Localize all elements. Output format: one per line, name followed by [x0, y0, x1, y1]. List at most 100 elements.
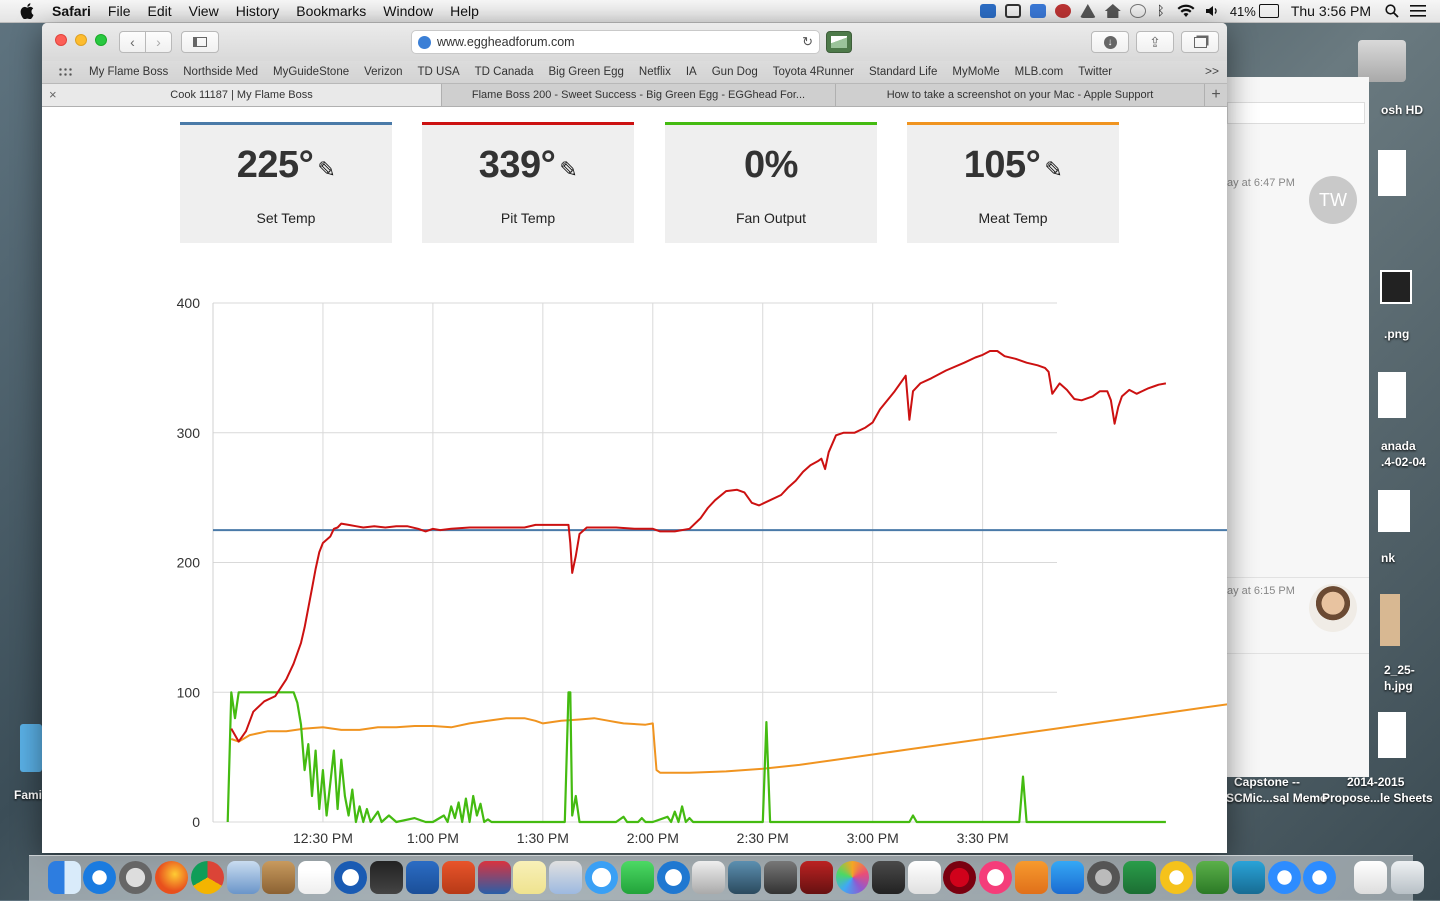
bluetooth-icon[interactable]: ᛒ	[1155, 4, 1167, 18]
ibooks-icon[interactable]	[1015, 861, 1048, 894]
menu-edit[interactable]: Edit	[147, 3, 171, 19]
back-button[interactable]: ‹	[119, 31, 146, 53]
tab-apple-support[interactable]: How to take a screenshot on your Mac - A…	[836, 84, 1205, 106]
tab-egghead-forum[interactable]: Flame Boss 200 - Sweet Success - Big Gre…	[442, 84, 836, 106]
document-icon[interactable]	[1378, 150, 1406, 196]
document-icon[interactable]	[1354, 861, 1387, 894]
favorite-link[interactable]: MLB.com	[1015, 66, 1064, 78]
favorite-link[interactable]: TD Canada	[475, 66, 534, 78]
safari-icon[interactable]	[83, 861, 116, 894]
server-icon[interactable]	[728, 861, 761, 894]
forward-button[interactable]: ›	[145, 31, 172, 53]
favorite-link[interactable]: Verizon	[364, 66, 402, 78]
calendar-icon[interactable]	[298, 861, 331, 894]
menu-app-name[interactable]: Safari	[52, 3, 91, 19]
favorite-link[interactable]: My Flame Boss	[89, 66, 168, 78]
downloads-button[interactable]: ↓	[1091, 31, 1129, 53]
favorite-link[interactable]: Big Green Egg	[548, 66, 623, 78]
avatar[interactable]: TW	[1309, 176, 1357, 224]
notification-center-icon[interactable]	[1410, 4, 1426, 18]
menu-help[interactable]: Help	[450, 3, 479, 19]
close-tab-icon[interactable]: ×	[49, 87, 57, 102]
menu-bookmarks[interactable]: Bookmarks	[296, 3, 366, 19]
finder-icon[interactable]	[48, 861, 81, 894]
trash-icon[interactable]	[1391, 861, 1424, 894]
favorite-link[interactable]: MyGuideStone	[273, 66, 349, 78]
zoom-meetings-icon[interactable]	[1303, 861, 1336, 894]
menu-window[interactable]: Window	[383, 3, 433, 19]
alert-status-icon[interactable]	[1079, 4, 1096, 18]
document-icon[interactable]	[1378, 490, 1410, 532]
parallels-icon[interactable]	[478, 861, 511, 894]
favorite-link[interactable]: Toyota 4Runner	[773, 66, 854, 78]
jpg-file-icon[interactable]	[1380, 594, 1400, 646]
document-icon[interactable]	[1378, 372, 1406, 418]
favorite-link[interactable]: MyMoMe	[952, 66, 999, 78]
avatar[interactable]	[1309, 584, 1357, 632]
tab-flame-boss[interactable]: × Cook 11187 | My Flame Boss	[42, 84, 442, 106]
minimize-window-button[interactable]	[75, 34, 87, 46]
system-preferences-icon[interactable]	[1087, 861, 1120, 894]
menubar-clock[interactable]: Thu 3:56 PM	[1291, 3, 1371, 19]
1password-status-icon[interactable]	[979, 4, 996, 18]
favorite-link[interactable]: Netflix	[639, 66, 671, 78]
lync-icon[interactable]	[1232, 861, 1265, 894]
menu-history[interactable]: History	[236, 3, 280, 19]
excel-icon[interactable]	[1123, 861, 1156, 894]
home-status-icon[interactable]	[1104, 4, 1121, 18]
photos-icon[interactable]	[836, 861, 869, 894]
kindle-icon[interactable]	[370, 861, 403, 894]
word-icon[interactable]	[406, 861, 439, 894]
screens-status-icon[interactable]	[1004, 4, 1021, 18]
mail-icon[interactable]	[227, 861, 260, 894]
firefox-icon[interactable]	[155, 861, 188, 894]
messages-icon[interactable]	[585, 861, 618, 894]
contacts-icon[interactable]	[262, 861, 295, 894]
favorite-link[interactable]: IA	[686, 66, 697, 78]
teamviewer-icon[interactable]	[657, 861, 690, 894]
preview-icon[interactable]	[549, 861, 582, 894]
facetime-icon[interactable]	[621, 861, 654, 894]
evernote-icon[interactable]	[872, 861, 905, 894]
png-file-icon[interactable]	[1380, 270, 1412, 304]
top-sites-grid-icon[interactable]	[58, 67, 72, 77]
side-search-field[interactable]	[1227, 102, 1365, 124]
document-icon[interactable]	[1378, 712, 1406, 758]
hard-drive-icon[interactable]	[1358, 40, 1406, 82]
zoom-window-button[interactable]	[95, 34, 107, 46]
photo-booth-icon[interactable]	[800, 861, 833, 894]
address-bar[interactable]: www.eggheadforum.com ↻	[411, 30, 820, 54]
skype-status-icon[interactable]	[1029, 4, 1046, 18]
launchpad-icon[interactable]	[119, 861, 152, 894]
reload-icon[interactable]: ↻	[802, 34, 813, 50]
itunes-icon[interactable]	[979, 861, 1012, 894]
menu-file[interactable]: File	[108, 3, 131, 19]
apple-menu-icon[interactable]	[18, 2, 36, 20]
folder-icon[interactable]	[20, 724, 42, 772]
spotlight-search-icon[interactable]	[1385, 4, 1401, 18]
app-store-icon[interactable]	[1051, 861, 1084, 894]
notes-icon[interactable]	[513, 861, 546, 894]
chrome-icon[interactable]	[191, 861, 224, 894]
textedit-icon[interactable]	[908, 861, 941, 894]
record-status-icon[interactable]	[1054, 4, 1071, 18]
network-icon[interactable]	[1196, 861, 1229, 894]
1password-icon[interactable]	[334, 861, 367, 894]
heart-app-icon[interactable]	[943, 861, 976, 894]
favorite-link[interactable]: TD USA	[417, 66, 459, 78]
menu-view[interactable]: View	[189, 3, 219, 19]
favorite-link[interactable]: Standard Life	[869, 66, 937, 78]
favorite-link[interactable]: Twitter	[1078, 66, 1112, 78]
sidebar-toggle-button[interactable]	[181, 31, 219, 53]
extension-button[interactable]	[826, 31, 852, 53]
migration-icon[interactable]	[692, 861, 725, 894]
volume-icon[interactable]	[1205, 4, 1221, 18]
favorites-overflow-button[interactable]: >>	[1205, 64, 1219, 78]
tabs-overview-button[interactable]	[1181, 31, 1219, 53]
close-window-button[interactable]	[55, 34, 67, 46]
powerpoint-icon[interactable]	[442, 861, 475, 894]
favorite-link[interactable]: Gun Dog	[712, 66, 758, 78]
outlook-icon[interactable]	[1160, 861, 1193, 894]
favorite-link[interactable]: Northside Med	[183, 66, 258, 78]
new-tab-button[interactable]: +	[1205, 84, 1227, 106]
